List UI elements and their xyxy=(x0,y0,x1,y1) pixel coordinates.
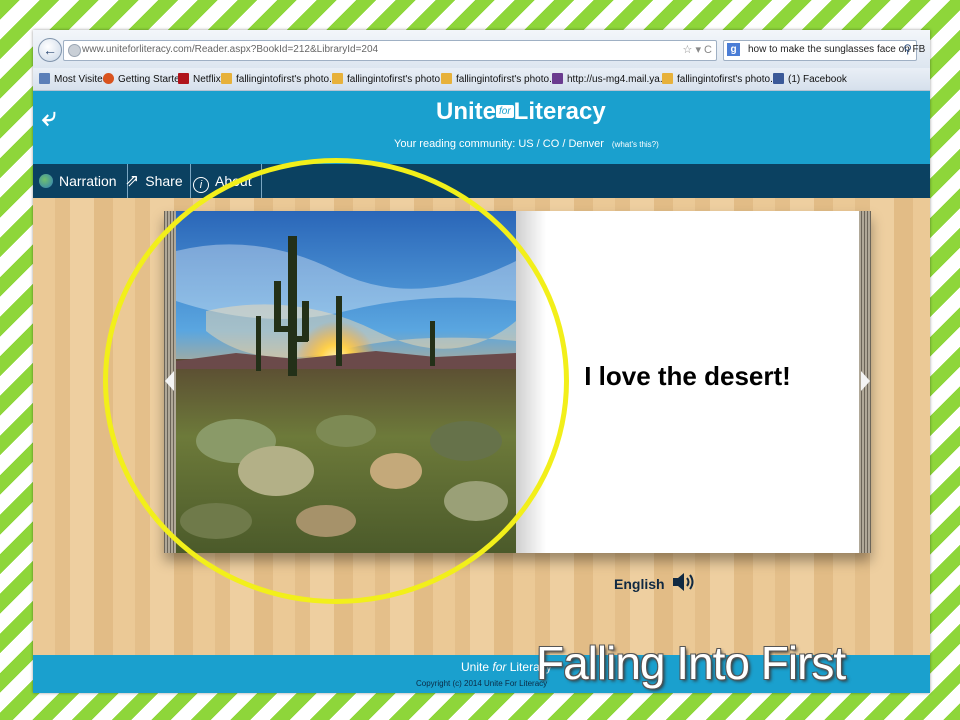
reading-community: Your reading community: US / CO / Denver… xyxy=(394,138,659,150)
info-icon: i xyxy=(193,177,209,193)
bookmark-item[interactable]: http://us-mg4.mail.ya... xyxy=(552,73,668,85)
about-button[interactable]: i About xyxy=(190,164,262,198)
desert-sunset-image xyxy=(176,211,516,553)
browser-navbar: ← www.uniteforliteracy.com/Reader.aspx?B… xyxy=(33,30,930,68)
url-text: www.uniteforliteracy.com/Reader.aspx?Boo… xyxy=(82,44,379,55)
bookmark-item[interactable]: fallingintofirst's photo... xyxy=(441,73,557,85)
about-label: About xyxy=(215,173,252,189)
bookmark-item[interactable]: fallingintofirst's photo... xyxy=(221,73,337,85)
bookmark-label: fallingintofirst's photo... xyxy=(347,74,449,85)
bookmark-page-icon xyxy=(332,73,343,84)
logo-text-right: Literacy xyxy=(513,98,606,125)
bookmark-item[interactable]: fallingintofirst's photo... xyxy=(332,73,448,85)
browser-back-button[interactable]: ← xyxy=(38,38,62,62)
footer-logo-for: for xyxy=(492,660,507,674)
whats-this-link[interactable]: (what's this?) xyxy=(612,140,659,149)
facebook-icon xyxy=(773,73,784,84)
google-icon[interactable]: g xyxy=(727,43,740,56)
language-label: English xyxy=(614,576,665,592)
next-page-arrow-icon[interactable] xyxy=(861,371,870,391)
narration-button[interactable]: Narration xyxy=(33,164,128,198)
book-text-page: I love the desert! xyxy=(516,211,859,553)
mail-icon xyxy=(552,73,563,84)
bookmarks-toolbar: Most Visited Getting Started Netflix fal… xyxy=(33,68,930,91)
copyright-text: Copyright (c) 2014 Unite For Literacy xyxy=(416,679,548,688)
language-audio-button[interactable]: English xyxy=(614,571,697,593)
globe-icon xyxy=(39,174,53,188)
firefox-icon xyxy=(103,73,114,84)
bookmark-page-icon xyxy=(441,73,452,84)
previous-page-arrow-icon[interactable] xyxy=(165,371,174,391)
bookmark-label: http://us-mg4.mail.ya... xyxy=(567,74,669,85)
bookmark-item[interactable]: Most Visited xyxy=(39,73,108,85)
bookmark-item[interactable]: (1) Facebook xyxy=(773,73,847,85)
share-icon: ⇗ xyxy=(125,171,140,190)
logo-text-left: Unite xyxy=(436,98,496,125)
book: I love the desert! xyxy=(164,211,871,553)
blog-watermark: Falling Into First xyxy=(536,637,846,689)
bookmark-item[interactable]: Netflix xyxy=(178,73,221,85)
search-bar[interactable]: g how to make the sunglasses face on FB … xyxy=(723,40,925,61)
bookmark-label: fallingintofirst's photo... xyxy=(236,74,338,85)
reader-area: I love the desert! English xyxy=(33,198,930,655)
logo-for-badge: for xyxy=(496,105,514,118)
site-identity-icon[interactable] xyxy=(68,44,81,57)
address-bar[interactable]: www.uniteforliteracy.com/Reader.aspx?Boo… xyxy=(63,40,717,61)
share-button[interactable]: ⇗ Share xyxy=(122,164,191,198)
bookmark-label: fallingintofirst's photo... xyxy=(677,74,779,85)
bookmark-page-icon xyxy=(221,73,232,84)
most-visited-icon xyxy=(39,73,50,84)
netflix-icon xyxy=(178,73,189,84)
site-header: ⤶ Unite for Literacy Your reading communit… xyxy=(33,91,930,164)
page-text: I love the desert! xyxy=(584,361,791,391)
bookmark-page-icon xyxy=(662,73,673,84)
search-icon[interactable]: ⚲ xyxy=(903,42,912,56)
footer-logo-left: Unite xyxy=(461,660,490,674)
bookmark-label: Netflix xyxy=(193,74,221,85)
url-controls[interactable]: ☆ ▾ C xyxy=(683,43,712,56)
back-arrow-icon[interactable]: ⤶ xyxy=(42,101,57,133)
reader-toolbar: Narration ⇗ Share i About xyxy=(33,164,930,198)
community-text: Your reading community: US / CO / Denver xyxy=(394,138,604,150)
bookmark-item[interactable]: fallingintofirst's photo... xyxy=(662,73,778,85)
speaker-icon xyxy=(673,573,694,591)
book-illustration xyxy=(176,211,516,553)
bookmark-label: Getting Started xyxy=(118,74,186,85)
browser-window: ← www.uniteforliteracy.com/Reader.aspx?B… xyxy=(33,30,930,693)
bookmark-label: (1) Facebook xyxy=(788,74,847,85)
bookmark-label: Most Visited xyxy=(54,74,109,85)
narration-label: Narration xyxy=(59,173,117,189)
bookmark-item[interactable]: Getting Started xyxy=(103,73,185,85)
search-query: how to make the sunglasses face on FB xyxy=(748,44,926,55)
site-logo[interactable]: Unite for Literacy xyxy=(436,98,606,126)
share-label: Share xyxy=(145,173,183,189)
site-content: ⤶ Unite for Literacy Your reading communit… xyxy=(33,91,930,693)
bookmark-label: fallingintofirst's photo... xyxy=(456,74,558,85)
